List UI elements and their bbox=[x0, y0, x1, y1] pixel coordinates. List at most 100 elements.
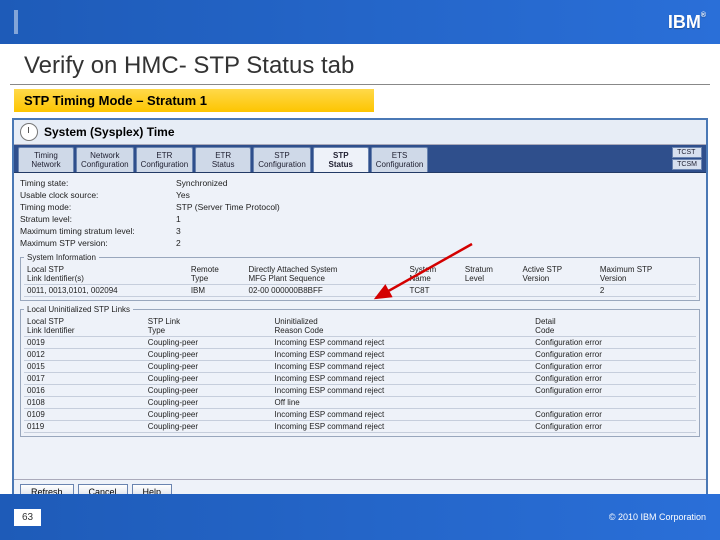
system-information-legend: System Information bbox=[24, 253, 99, 262]
cell: Coupling-peer bbox=[145, 349, 272, 361]
cell: 0011, 0013,0101, 002094 bbox=[24, 285, 188, 297]
ibm-logo: IBM® bbox=[668, 12, 706, 33]
table-row: 0011, 0013,0101, 002094 IBM 02-00 000000… bbox=[24, 285, 696, 297]
tab-network-configuration[interactable]: NetworkConfiguration bbox=[76, 147, 134, 172]
cell: 0016 bbox=[24, 385, 145, 397]
cell: 2 bbox=[597, 285, 696, 297]
cell: TC8T bbox=[406, 285, 461, 297]
sysinfo-h3: SystemName bbox=[406, 264, 461, 285]
cell: Configuration error bbox=[532, 385, 696, 397]
cell bbox=[462, 285, 520, 297]
system-information-table: Local STPLink Identifier(s) RemoteType D… bbox=[24, 264, 696, 297]
ibm-text: IBM bbox=[668, 12, 701, 32]
accent-block bbox=[14, 10, 18, 34]
cell: Coupling-peer bbox=[145, 421, 272, 433]
cell: Configuration error bbox=[532, 349, 696, 361]
cell: Coupling-peer bbox=[145, 337, 272, 349]
cell bbox=[532, 397, 696, 409]
cell bbox=[520, 285, 597, 297]
cell: 0119 bbox=[24, 421, 145, 433]
value-usable-clock: Yes bbox=[176, 189, 190, 201]
mini-button-tcst[interactable]: TCST bbox=[672, 147, 702, 158]
cell: Coupling-peer bbox=[145, 373, 272, 385]
cell: 0109 bbox=[24, 409, 145, 421]
uninitialized-links-group: Local Uninitialized STP Links Local STPL… bbox=[20, 305, 700, 437]
table-row: 0012Coupling-peerIncoming ESP command re… bbox=[24, 349, 696, 361]
uninitialized-links-table: Local STPLink Identifier STP LinkType Un… bbox=[24, 316, 696, 433]
tab-etr-configuration[interactable]: ETRConfiguration bbox=[136, 147, 194, 172]
cell: Coupling-peer bbox=[145, 361, 272, 373]
sysinfo-h6: Maximum STPVersion bbox=[597, 264, 696, 285]
label-max-stratum: Maximum timing stratum level: bbox=[20, 225, 170, 237]
cell: 0019 bbox=[24, 337, 145, 349]
slide-callout: STP Timing Mode – Stratum 1 bbox=[14, 89, 374, 112]
links-h0: Local STPLink Identifier bbox=[24, 316, 145, 337]
table-row: 0016Coupling-peerIncoming ESP command re… bbox=[24, 385, 696, 397]
cell: 02-00 000000B8BFF bbox=[246, 285, 407, 297]
value-stratum-level: 1 bbox=[176, 213, 181, 225]
table-row: 0108Coupling-peerOff line bbox=[24, 397, 696, 409]
label-timing-state: Timing state: bbox=[20, 177, 170, 189]
cell: Coupling-peer bbox=[145, 397, 272, 409]
slide-topbar: IBM® bbox=[0, 0, 720, 44]
cell: Configuration error bbox=[532, 421, 696, 433]
clock-icon bbox=[20, 123, 38, 141]
links-h2: UninitializedReason Code bbox=[272, 316, 533, 337]
sysinfo-h0: Local STPLink Identifier(s) bbox=[24, 264, 188, 285]
table-row: 0017Coupling-peerIncoming ESP command re… bbox=[24, 373, 696, 385]
value-max-stratum: 3 bbox=[176, 225, 181, 237]
copyright: © 2010 IBM Corporation bbox=[609, 512, 706, 522]
value-max-stp-ver: 2 bbox=[176, 237, 181, 249]
cell: 0108 bbox=[24, 397, 145, 409]
cell: 0015 bbox=[24, 361, 145, 373]
links-h3: DetailCode bbox=[532, 316, 696, 337]
table-row: 0119Coupling-peerIncoming ESP command re… bbox=[24, 421, 696, 433]
cell: Incoming ESP command reject bbox=[272, 385, 533, 397]
table-row: 0015Coupling-peerIncoming ESP command re… bbox=[24, 361, 696, 373]
label-timing-mode: Timing mode: bbox=[20, 201, 170, 213]
value-timing-state: Synchronized bbox=[176, 177, 228, 189]
cell: Incoming ESP command reject bbox=[272, 361, 533, 373]
tab-ets-configuration[interactable]: ETSConfiguration bbox=[371, 147, 429, 172]
system-information-group: System Information Local STPLink Identif… bbox=[20, 253, 700, 301]
cell: Configuration error bbox=[532, 337, 696, 349]
cell: 0012 bbox=[24, 349, 145, 361]
tab-strip: TimingNetwork NetworkConfiguration ETRCo… bbox=[14, 145, 706, 173]
cell: Coupling-peer bbox=[145, 409, 272, 421]
cell: Coupling-peer bbox=[145, 385, 272, 397]
label-stratum-level: Stratum level: bbox=[20, 213, 170, 225]
slide-footer: 63 © 2010 IBM Corporation bbox=[0, 494, 720, 540]
label-usable-clock: Usable clock source: bbox=[20, 189, 170, 201]
sysinfo-h4: StratumLevel bbox=[462, 264, 520, 285]
cell: Incoming ESP command reject bbox=[272, 337, 533, 349]
value-timing-mode: STP (Server Time Protocol) bbox=[176, 201, 280, 213]
sysinfo-h1: RemoteType bbox=[188, 264, 246, 285]
cell: Incoming ESP command reject bbox=[272, 409, 533, 421]
cell: Incoming ESP command reject bbox=[272, 349, 533, 361]
tab-timing-network[interactable]: TimingNetwork bbox=[18, 147, 74, 172]
uninitialized-links-legend: Local Uninitialized STP Links bbox=[24, 305, 133, 314]
links-h1: STP LinkType bbox=[145, 316, 272, 337]
tab-stp-configuration[interactable]: STPConfiguration bbox=[253, 147, 311, 172]
label-max-stp-ver: Maximum STP version: bbox=[20, 237, 170, 249]
reg-mark: ® bbox=[701, 12, 706, 19]
panel-title: System (Sysplex) Time bbox=[44, 125, 175, 139]
tab-body: Timing state: Synchronized Usable clock s… bbox=[14, 173, 706, 506]
cell: Off line bbox=[272, 397, 533, 409]
page-number: 63 bbox=[14, 509, 41, 526]
mini-button-tcsm[interactable]: TCSM bbox=[672, 159, 702, 170]
cell: Incoming ESP command reject bbox=[272, 373, 533, 385]
table-row: 0109Coupling-peerIncoming ESP command re… bbox=[24, 409, 696, 421]
sysinfo-h2: Directly Attached SystemMFG Plant Sequen… bbox=[246, 264, 407, 285]
cell: Configuration error bbox=[532, 409, 696, 421]
cell: 0017 bbox=[24, 373, 145, 385]
hmc-panel: System (Sysplex) Time TimingNetwork Netw… bbox=[12, 118, 708, 506]
tab-stp-status[interactable]: STPStatus bbox=[313, 147, 369, 172]
table-row: 0019Coupling-peerIncoming ESP command re… bbox=[24, 337, 696, 349]
cell: Configuration error bbox=[532, 361, 696, 373]
panel-header: System (Sysplex) Time bbox=[14, 120, 706, 145]
sysinfo-h5: Active STPVersion bbox=[520, 264, 597, 285]
cell: Configuration error bbox=[532, 373, 696, 385]
tab-etr-status[interactable]: ETRStatus bbox=[195, 147, 251, 172]
cell: Incoming ESP command reject bbox=[272, 421, 533, 433]
